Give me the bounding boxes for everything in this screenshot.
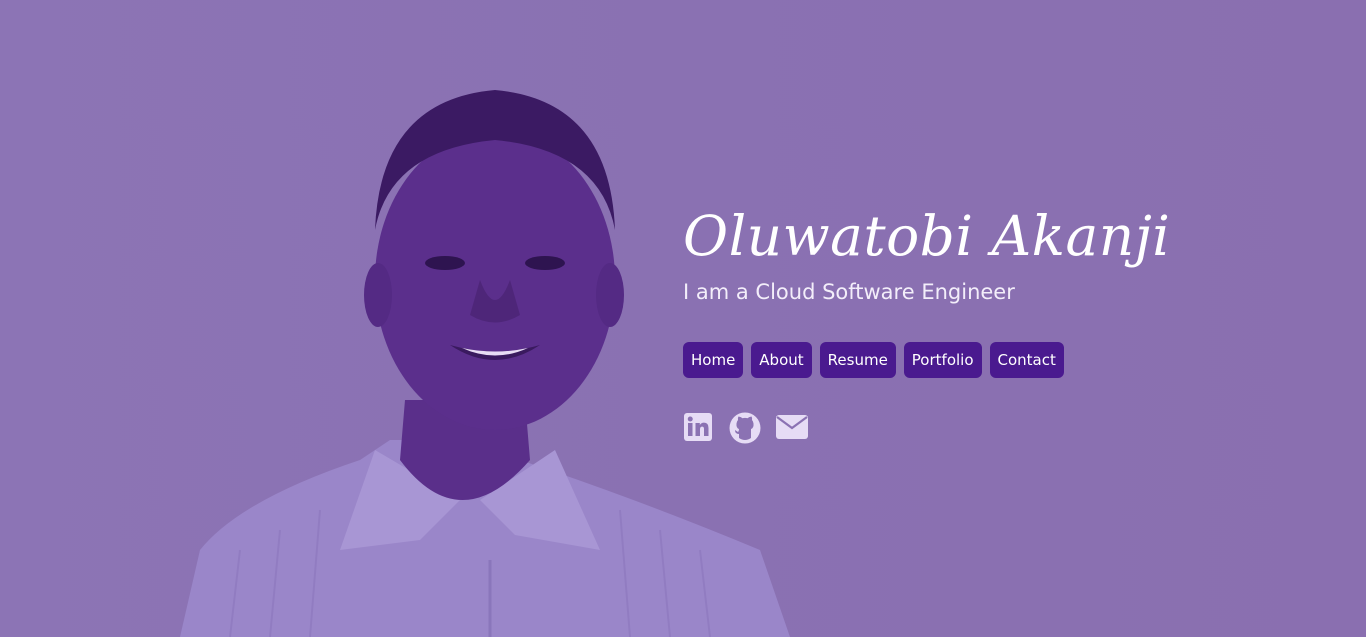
tagline: I am a Cloud Software Engineer bbox=[683, 280, 1015, 304]
envelope-icon[interactable] bbox=[775, 412, 808, 442]
nav-home-button[interactable]: Home bbox=[683, 342, 744, 378]
github-icon[interactable] bbox=[729, 412, 761, 444]
social-links bbox=[683, 412, 1323, 444]
main-nav: Home About Resume Portfolio Contact bbox=[683, 342, 1323, 378]
hero-content: Oluwatobi Akanji I am a Cloud Software E… bbox=[683, 200, 1323, 444]
hero-section: Oluwatobi Akanji I am a Cloud Software E… bbox=[0, 0, 1366, 637]
nav-portfolio-button[interactable]: Portfolio bbox=[903, 342, 982, 378]
nav-resume-button[interactable]: Resume bbox=[819, 342, 896, 378]
linkedin-icon[interactable] bbox=[683, 412, 713, 442]
nav-about-button[interactable]: About bbox=[751, 342, 812, 378]
site-owner-name: Oluwatobi Akanji bbox=[683, 204, 1171, 268]
nav-contact-button[interactable]: Contact bbox=[989, 342, 1064, 378]
